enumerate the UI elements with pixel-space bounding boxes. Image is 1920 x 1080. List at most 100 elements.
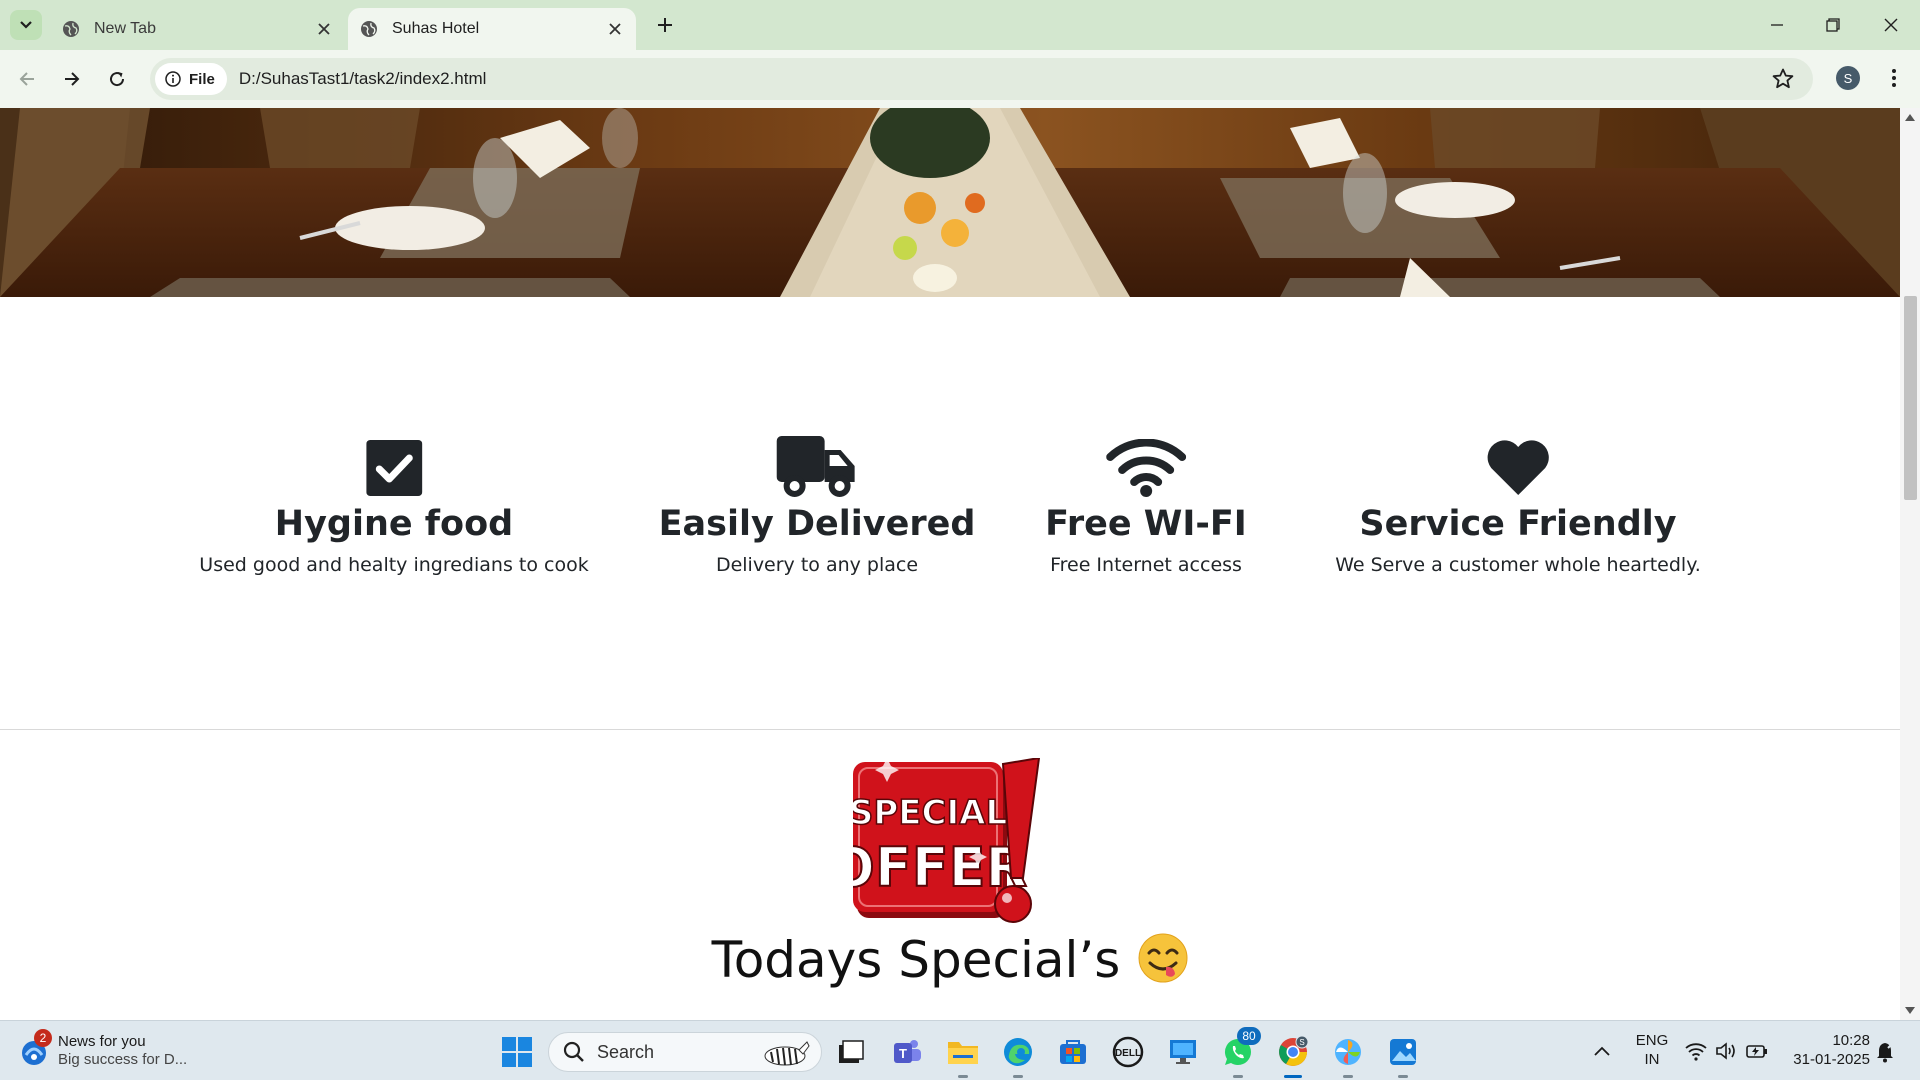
scroll-up-arrow-icon[interactable] [1905, 114, 1915, 121]
task-view-button[interactable] [834, 1035, 868, 1069]
feature-description: Delivery to any place [715, 554, 919, 576]
globe-icon [63, 21, 79, 37]
svg-text:T: T [899, 1046, 907, 1061]
chevron-up-icon[interactable] [1592, 1043, 1612, 1059]
svg-text:S: S [1299, 1038, 1304, 1047]
dell-icon: DELL [1112, 1036, 1144, 1068]
site-chip-label: File [189, 70, 215, 88]
clock-date: 31-01-2025 [1793, 1051, 1870, 1068]
back-button[interactable] [13, 65, 41, 93]
wifi-tray-icon[interactable] [1685, 1041, 1707, 1061]
zebra-search-highlight-icon [764, 1041, 810, 1066]
chevron-down-icon [20, 21, 32, 29]
feature-description: Used good and healty ingredians to cook [199, 554, 589, 576]
windows-start-icon[interactable] [502, 1037, 532, 1067]
browser-menu-button[interactable] [1884, 64, 1904, 92]
minimize-icon [1771, 24, 1783, 26]
hero-restaurant-image [0, 108, 1900, 297]
close-window-button[interactable] [1878, 12, 1904, 38]
info-icon [165, 71, 181, 87]
tab-new-tab[interactable]: New Tab [50, 8, 345, 50]
tab-search-button[interactable] [10, 10, 42, 40]
dell-app[interactable]: DELL [1111, 1035, 1145, 1069]
svg-text:DELL: DELL [1115, 1048, 1141, 1059]
feature-description: Free Internet access [1050, 554, 1242, 576]
close-icon [609, 23, 621, 35]
task-view-icon [839, 1040, 864, 1063]
section-divider [0, 729, 1900, 730]
more-vertical-icon [1892, 69, 1896, 87]
feature-easily-delivered: Easily Delivered Delivery to any place [658, 436, 976, 578]
offer-line-1: SPECIAL [853, 793, 1007, 833]
language-indicator[interactable]: ENG IN [1634, 1031, 1670, 1069]
forward-button[interactable] [58, 65, 86, 93]
scrollbar-thumb[interactable] [1904, 296, 1917, 500]
clock-time: 10:28 [1832, 1032, 1870, 1049]
tab-suhas-hotel[interactable]: Suhas Hotel [348, 8, 636, 50]
whatsapp-app[interactable]: 80 [1221, 1027, 1261, 1078]
feature-service-friendly: Service Friendly We Serve a customer who… [1335, 438, 1701, 578]
feature-title: Service Friendly [1359, 504, 1677, 544]
feature-title: Free WI-FI [1045, 504, 1247, 544]
edge-app[interactable] [1001, 1035, 1035, 1078]
news-badge: 2 [34, 1029, 52, 1047]
url-text[interactable]: D:/SuhasTast1/task2/index2.html [239, 69, 487, 89]
scroll-down-arrow-icon[interactable] [1905, 1007, 1915, 1014]
page-scrollbar[interactable] [1900, 108, 1920, 1020]
file-explorer-app[interactable] [946, 1035, 980, 1078]
search-placeholder: Search [597, 1041, 655, 1062]
news-title: News for you [58, 1033, 146, 1050]
store-icon [1060, 1040, 1086, 1064]
chrome-app[interactable]: S [1276, 1035, 1310, 1078]
close-icon [1884, 18, 1898, 32]
site-info-chip[interactable]: File [155, 63, 227, 95]
news-subtitle: Big success for D... [58, 1051, 188, 1068]
feature-description: We Serve a customer whole heartedly. [1335, 554, 1701, 576]
reload-icon [110, 72, 125, 87]
plus-icon [658, 18, 672, 32]
close-tab-button[interactable] [315, 20, 333, 38]
todays-specials-heading: Todays Special’s [0, 930, 1900, 990]
pinwheel-icon [1335, 1039, 1361, 1065]
news-icon: 2 [18, 1029, 52, 1067]
features-section: Hygine food Used good and healty ingredi… [0, 436, 1900, 578]
globe-icon [361, 21, 377, 37]
feature-title: Easily Delivered [658, 504, 976, 544]
wifi-icon [1106, 439, 1186, 497]
teams-icon: T [894, 1040, 921, 1063]
monitor-icon [1170, 1040, 1196, 1064]
profile-avatar[interactable]: S [1836, 66, 1860, 90]
pinwheel-app[interactable] [1331, 1035, 1365, 1078]
tab-title: Suhas Hotel [392, 20, 480, 37]
truck-icon [777, 436, 855, 497]
teams-app[interactable]: T [890, 1035, 924, 1069]
reload-button[interactable] [103, 65, 131, 93]
microsoft-store-app[interactable] [1056, 1035, 1090, 1069]
feature-title: Hygine food [274, 504, 514, 544]
battery-charging-icon[interactable] [1746, 1041, 1768, 1061]
bookmark-star-icon[interactable] [1771, 67, 1795, 91]
minimize-button[interactable] [1764, 12, 1790, 38]
search-icon [563, 1041, 584, 1062]
news-widget[interactable]: 2 News for you Big success for D... [18, 1029, 198, 1073]
browser-toolbar: File D:/SuhasTast1/task2/index2.html [0, 50, 1920, 108]
address-bar[interactable]: File D:/SuhasTast1/task2/index2.html [150, 58, 1813, 100]
volume-icon[interactable] [1715, 1041, 1737, 1061]
language-line-2: IN [1644, 1051, 1660, 1068]
restore-button[interactable] [1820, 12, 1846, 38]
remote-desktop-app[interactable] [1166, 1035, 1200, 1069]
arrow-right-icon [65, 72, 80, 86]
notification-bell-icon[interactable] [1874, 1041, 1896, 1063]
check-square-icon [365, 440, 422, 496]
photos-app[interactable] [1386, 1035, 1420, 1078]
new-tab-button[interactable] [652, 12, 678, 38]
system-clock[interactable]: 10:28 31-01-2025 [1780, 1031, 1870, 1069]
edge-icon [1004, 1038, 1032, 1066]
browser-tab-strip: New Tab Suhas Hotel [0, 0, 1920, 50]
taskbar-search-box[interactable]: Search [548, 1032, 822, 1072]
page-viewport: Hygine food Used good and healty ingredi… [0, 108, 1900, 1020]
tab-title: New Tab [94, 20, 156, 37]
heart-icon [1487, 440, 1549, 495]
close-tab-button[interactable] [606, 20, 624, 38]
windows-taskbar: 2 News for you Big success for D... Sear… [0, 1020, 1920, 1080]
